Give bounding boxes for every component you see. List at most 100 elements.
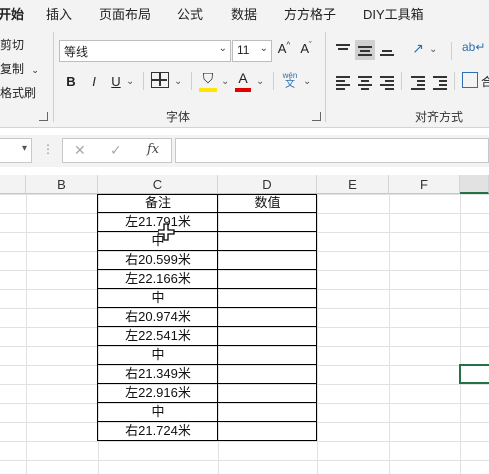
table-border — [97, 383, 317, 384]
grid-column-line — [460, 194, 461, 474]
name-box[interactable]: ▾ — [0, 138, 32, 163]
chevron-down-icon[interactable]: ⌄ — [221, 76, 229, 87]
table-cell-remark[interactable]: 右21.349米 — [98, 365, 218, 384]
table-cell-value[interactable] — [218, 213, 317, 232]
header-cell-remark[interactable]: 备注 — [98, 194, 218, 213]
tab-home[interactable]: 开始 — [0, 4, 24, 23]
increase-indent-icon[interactable] — [432, 75, 448, 90]
grow-font-button[interactable]: A^ — [275, 41, 293, 56]
tab-diy-toolbox[interactable]: DIY工具箱 — [363, 4, 424, 23]
table-border — [97, 421, 317, 422]
table-cell-value[interactable] — [218, 384, 317, 403]
cut-button[interactable]: 剪切 — [0, 36, 24, 53]
table-cell-remark[interactable]: 中 — [98, 346, 218, 365]
tab-page-layout[interactable]: 页面布局 — [99, 4, 151, 23]
table-cell-value[interactable] — [218, 365, 317, 384]
table-cell-remark[interactable]: 左22.166米 — [98, 270, 218, 289]
divider — [451, 42, 452, 60]
clipboard-launcher-icon[interactable] — [39, 112, 48, 121]
tab-fangfang-gezi[interactable]: 方方格子 — [284, 4, 336, 23]
table-border — [97, 326, 317, 327]
chevron-down-icon[interactable]: ⌄ — [256, 76, 264, 87]
font-size-value: 11 — [237, 43, 250, 57]
borders-icon[interactable] — [151, 72, 169, 88]
fill-color-icon[interactable]: ⛉ — [199, 70, 217, 87]
align-center-icon[interactable] — [357, 75, 373, 90]
chevron-down-icon[interactable]: ⌄ — [174, 76, 182, 87]
corner-header[interactable] — [0, 175, 26, 194]
underline-button[interactable]: U — [109, 74, 123, 89]
ribbon: 剪切 复制 ⌄ 格式刷 等线 ⌄ 11 ⌄ A^ Aˇ B I U ⌄ ⌄ ⛉ … — [0, 26, 489, 128]
table-cell-remark[interactable]: 左22.916米 — [98, 384, 218, 403]
cancel-icon[interactable]: ✕ — [74, 142, 86, 159]
align-right-icon[interactable] — [379, 75, 395, 90]
table-cell-remark[interactable]: 左22.541米 — [98, 327, 218, 346]
align-bottom-icon[interactable] — [379, 44, 395, 58]
table-cell-value[interactable] — [218, 308, 317, 327]
merge-center-icon[interactable] — [462, 72, 478, 88]
chevron-down-icon: ⌄ — [259, 43, 268, 54]
align-top-icon[interactable] — [335, 42, 351, 56]
chevron-down-icon[interactable]: ⌄ — [429, 44, 437, 55]
table-cell-remark[interactable]: 右20.974米 — [98, 308, 218, 327]
table-border — [97, 345, 317, 346]
column-header-c[interactable]: C — [98, 175, 218, 194]
table-border — [97, 440, 317, 441]
column-header-d[interactable]: D — [218, 175, 317, 194]
phonetic-guide-icon[interactable]: wén 文 — [280, 71, 300, 90]
column-header-b[interactable]: B — [26, 175, 98, 194]
more-options-icon[interactable]: ⋮ — [42, 142, 54, 156]
bold-button[interactable]: B — [64, 74, 78, 89]
table-border — [97, 402, 317, 403]
insert-function-icon[interactable]: fx — [147, 142, 159, 157]
font-color-icon[interactable]: A — [236, 70, 250, 86]
table-cell-remark[interactable]: 右21.724米 — [98, 422, 218, 441]
header-cell-value[interactable]: 数值 — [218, 194, 317, 213]
shrink-font-button[interactable]: Aˇ — [297, 41, 315, 56]
table-cell-value[interactable] — [218, 327, 317, 346]
align-middle-icon[interactable] — [355, 40, 375, 60]
table-cell-value[interactable] — [218, 251, 317, 270]
table-cell-remark[interactable]: 中 — [98, 403, 218, 422]
table-border — [97, 269, 317, 270]
enter-icon[interactable]: ✓ — [110, 142, 122, 159]
chevron-down-icon[interactable]: ⌄ — [303, 76, 311, 87]
table-cell-value[interactable] — [218, 289, 317, 308]
text-orientation-icon[interactable]: ↗ — [407, 40, 429, 57]
font-name-select[interactable]: 等线 ⌄ — [59, 40, 231, 62]
table-border — [97, 288, 317, 289]
wrap-text-icon[interactable]: ab↵ — [462, 40, 485, 54]
chevron-down-icon[interactable]: ⌄ — [126, 76, 134, 87]
table-cell-value[interactable] — [218, 232, 317, 251]
formula-input[interactable] — [175, 138, 489, 163]
table-border — [97, 194, 317, 195]
column-header-g[interactable] — [460, 175, 489, 194]
chevron-down-icon[interactable]: ▾ — [22, 143, 27, 154]
tab-formulas[interactable]: 公式 — [177, 4, 203, 23]
table-cell-value[interactable] — [218, 403, 317, 422]
table-cell-remark[interactable]: 中 — [98, 289, 218, 308]
font-size-select[interactable]: 11 ⌄ — [232, 40, 272, 62]
divider — [401, 72, 402, 90]
table-cell-value[interactable] — [218, 270, 317, 289]
tab-insert[interactable]: 插入 — [46, 4, 72, 23]
formula-bar: ▾ ⋮ ✕ ✓ fx — [0, 135, 489, 167]
divider — [143, 72, 144, 90]
table-cell-value[interactable] — [218, 346, 317, 365]
active-cell-selection[interactable] — [459, 364, 489, 384]
align-left-icon[interactable] — [335, 75, 351, 90]
column-header-e[interactable]: E — [317, 175, 389, 194]
font-color-swatch — [235, 88, 251, 92]
decrease-indent-icon[interactable] — [410, 75, 426, 90]
italic-button[interactable]: I — [87, 74, 101, 89]
table-cell-remark[interactable]: 右20.599米 — [98, 251, 218, 270]
copy-button[interactable]: 复制 ⌄ — [0, 60, 39, 77]
table-border — [97, 231, 317, 232]
table-cell-value[interactable] — [218, 422, 317, 441]
column-header-f[interactable]: F — [389, 175, 460, 194]
merge-center-label-icon[interactable]: 合 — [481, 73, 489, 90]
format-painter-button[interactable]: 格式刷 — [0, 84, 36, 101]
font-launcher-icon[interactable] — [312, 112, 321, 121]
tab-data[interactable]: 数据 — [231, 4, 257, 23]
divider — [191, 72, 192, 90]
